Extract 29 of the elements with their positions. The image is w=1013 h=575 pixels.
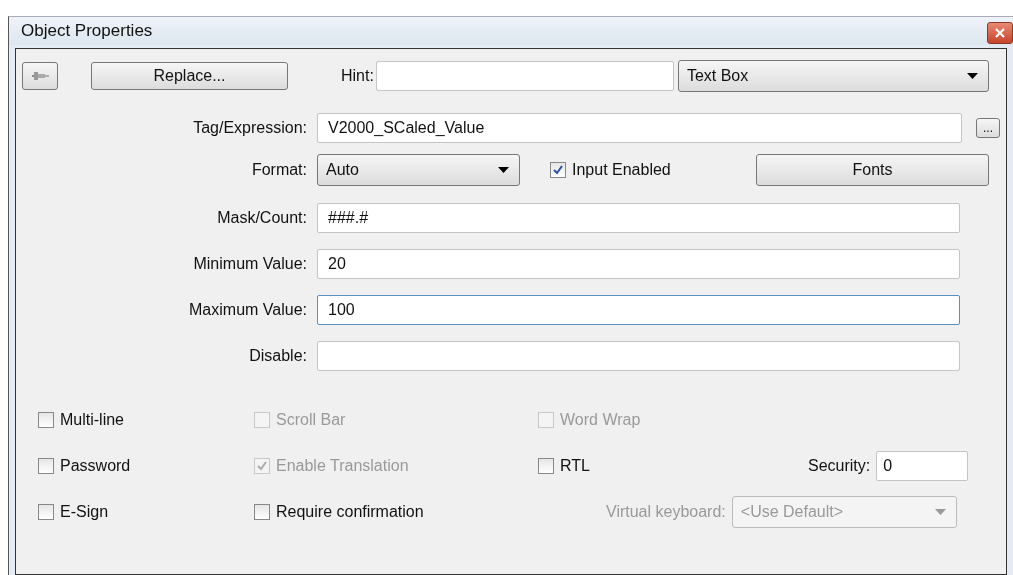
- object-type-dropdown[interactable]: Text Box: [677, 60, 989, 92]
- value-field[interactable]: ###.#: [317, 203, 960, 233]
- window-title: Object Properties: [21, 21, 153, 41]
- format-dropdown[interactable]: Auto: [317, 154, 520, 186]
- checkbox-label: Input Enabled: [572, 161, 671, 179]
- checkbox-label: Require confirmation: [276, 503, 424, 521]
- field-label: Tag/Expression:: [192, 119, 307, 137]
- value-field[interactable]: 100: [317, 295, 960, 325]
- tag-expression-field[interactable]: V2000_SCaled_Value: [317, 113, 962, 143]
- checkbox-label: Scroll Bar: [276, 411, 346, 429]
- checkbox-label: RTL: [560, 457, 590, 475]
- security-field[interactable]: 0: [876, 451, 969, 481]
- virtual-keyboard-label: Virtual keyboard:: [606, 503, 726, 521]
- field-label: Disable:: [248, 347, 307, 365]
- checkbox-label: Multi-line: [60, 411, 124, 429]
- field-label: Format:: [250, 161, 307, 179]
- value-field[interactable]: 20: [317, 249, 960, 279]
- checkbox-label: Enable Translation: [276, 457, 409, 475]
- checkbox-label: E-Sign: [60, 503, 109, 521]
- checkbox-label: Password: [60, 457, 131, 475]
- hint-label: Hint:: [341, 67, 374, 85]
- security-label: Security:: [808, 457, 871, 475]
- fonts-button[interactable]: Fonts: [756, 154, 989, 186]
- field-label: Minimum Value:: [192, 255, 307, 273]
- field-label: Maximum Value:: [188, 301, 307, 319]
- field-label: Mask/Count:: [216, 209, 307, 227]
- checkbox-label: Word Wrap: [560, 411, 641, 429]
- replace-button[interactable]: Replace...: [91, 62, 288, 90]
- browse-button[interactable]: ...: [976, 118, 1000, 138]
